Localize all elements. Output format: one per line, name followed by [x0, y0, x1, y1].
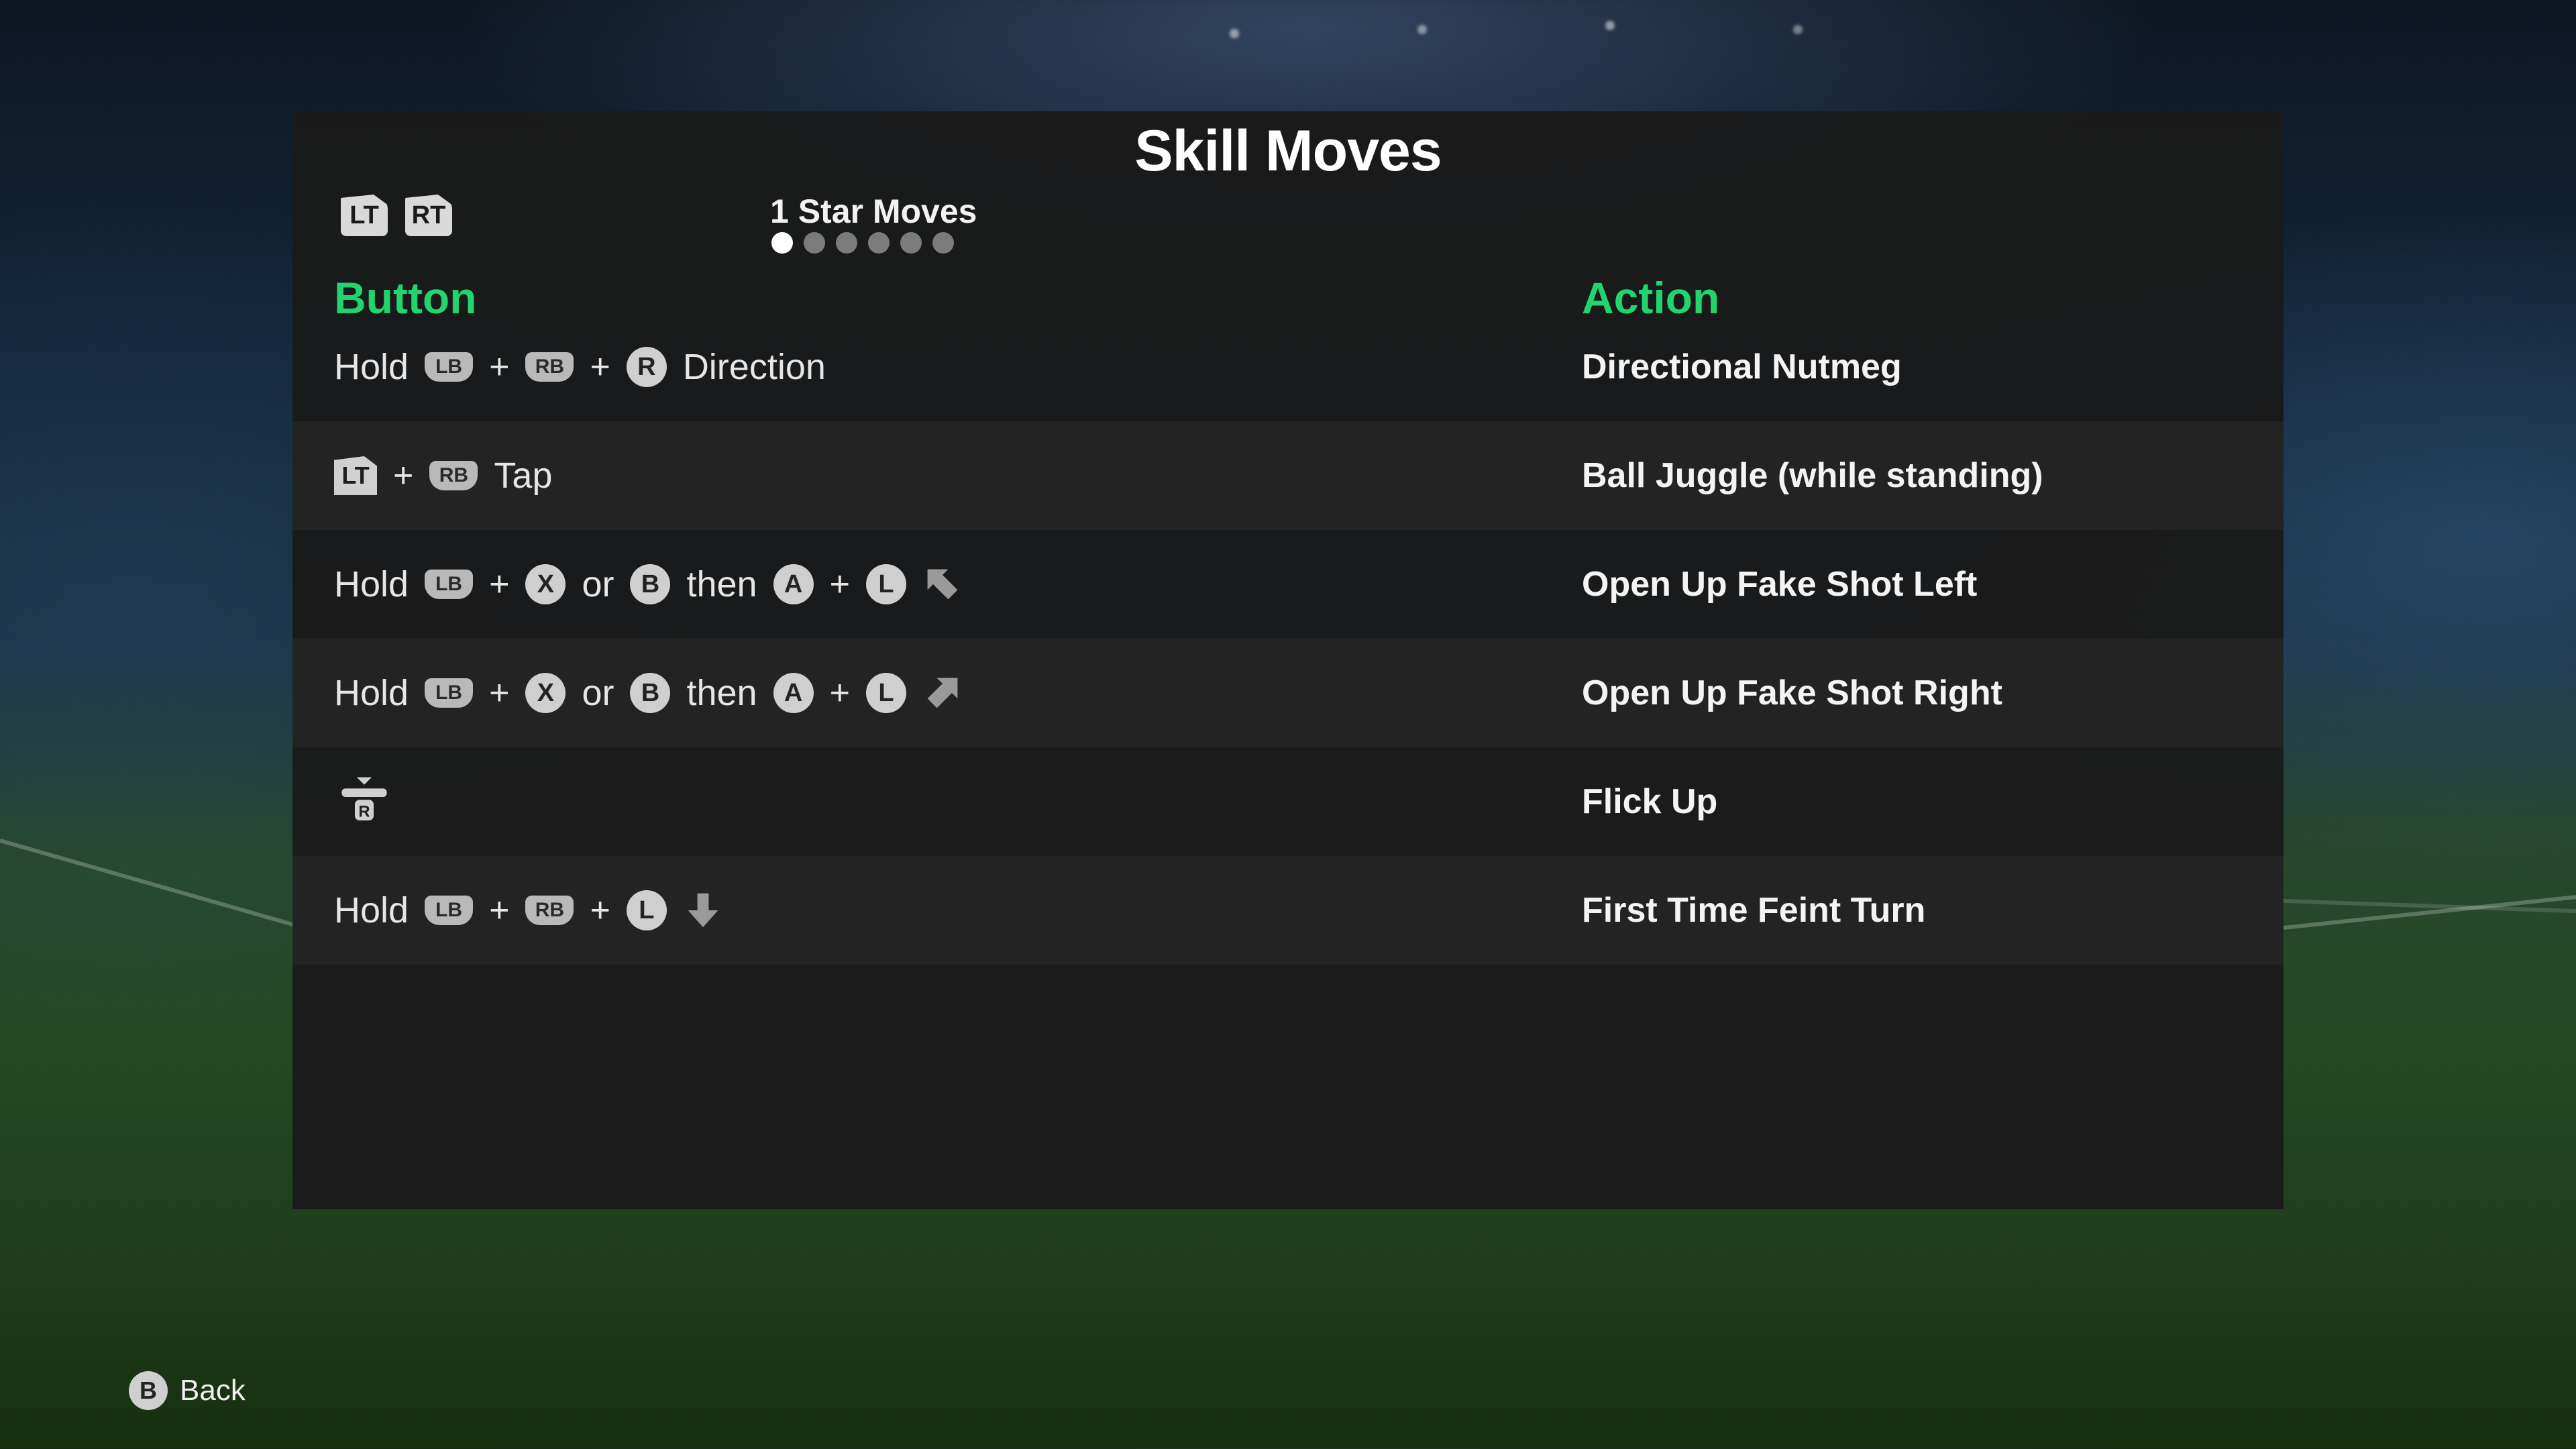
svg-text:R: R	[358, 802, 370, 820]
a-button-icon: A	[773, 564, 814, 604]
b-button-icon: B	[630, 564, 671, 604]
stadium-lights	[1140, 13, 2080, 54]
next-tier-button[interactable]: RT	[405, 195, 452, 236]
button-combo: Hold LB + Xor Bthen A + L	[334, 530, 963, 639]
page-dot	[836, 232, 857, 254]
combo-word: Hold	[334, 347, 409, 387]
button-combo: Hold LB + RB + R Direction	[334, 313, 826, 421]
plus-sign: +	[489, 891, 510, 930]
lb-button-icon: LB	[425, 678, 474, 708]
right-stick-flick-up-icon: R	[334, 771, 394, 832]
action-label: Directional Nutmeg	[1582, 347, 1902, 386]
lb-button-icon: LB	[425, 896, 474, 925]
action-label: Flick Up	[1582, 782, 1718, 821]
button-combo: LT + RB Tap	[334, 421, 552, 530]
action-label: Ball Juggle (while standing)	[1582, 456, 2043, 495]
plus-sign: +	[590, 347, 610, 386]
skill-move-row: Hold LB + RB + R Direction Directional Nutmeg	[292, 313, 2284, 421]
rb-button-icon: RB	[525, 896, 574, 925]
l-stick-icon: L	[626, 890, 667, 930]
page-dot	[804, 232, 825, 254]
combo-word: Direction	[682, 347, 826, 387]
button-combo: Hold LB + Xor Bthen A + L	[334, 639, 963, 747]
combo-word: then	[686, 564, 757, 604]
skill-move-list: Hold LB + RB + R Direction Directional Nutmeg LT…	[292, 313, 2284, 965]
b-button-icon: B	[630, 673, 671, 713]
b-button-icon: B	[129, 1371, 168, 1410]
rb-button-icon: RB	[429, 461, 478, 490]
combo-word: Hold	[334, 673, 409, 713]
tier-label: 1 Star Moves	[770, 193, 977, 230]
skill-move-row: LT + RB Tap Ball Juggle (while standing)	[292, 421, 2284, 530]
action-label: Open Up Fake Shot Right	[1582, 674, 2002, 712]
plus-sign: +	[829, 674, 850, 712]
l-stick-icon: L	[865, 673, 906, 713]
back-label: Back	[180, 1374, 246, 1407]
plus-sign: +	[489, 674, 510, 712]
skill-move-row: Hold LB + Xor Bthen A + L Open Up Fake Shot Left	[292, 530, 2284, 639]
action-label: Open Up Fake Shot Left	[1582, 565, 1978, 604]
page-dot	[900, 232, 922, 254]
combo-word: then	[686, 673, 757, 713]
skill-moves-panel: Skill Moves LT RT 1 Star Moves Button Ac…	[292, 111, 2284, 1209]
button-combo: R	[334, 747, 394, 856]
lb-button-icon: LB	[425, 352, 474, 382]
skill-move-row: Hold LB + Xor Bthen A + L Open Up Fake Shot Righ…	[292, 639, 2284, 747]
combo-word: or	[582, 673, 614, 713]
plus-sign: +	[829, 565, 850, 604]
page-indicator	[771, 232, 954, 254]
combo-word: Hold	[334, 890, 409, 930]
pitch-line-left	[0, 839, 336, 939]
action-label: First Time Feint Turn	[1582, 891, 1926, 930]
rb-button-icon: RB	[525, 352, 574, 382]
arrow-up-left-icon	[922, 564, 963, 604]
combo-word: Tap	[494, 455, 553, 496]
l-stick-icon: L	[865, 564, 906, 604]
lb-button-icon: LB	[425, 570, 474, 599]
skill-move-row: R Flick Up	[292, 747, 2284, 856]
arrow-down-icon	[683, 890, 723, 930]
skill-move-row: Hold LB + RB + L First Time Feint Turn	[292, 856, 2284, 965]
lt-trigger-icon: LT	[334, 456, 377, 495]
prev-tier-button[interactable]: LT	[341, 195, 388, 236]
plus-sign: +	[489, 347, 510, 386]
x-button-icon: X	[525, 564, 566, 604]
page-dot	[771, 232, 793, 254]
combo-word: or	[582, 564, 614, 604]
plus-sign: +	[590, 891, 610, 930]
plus-sign: +	[489, 565, 510, 604]
r-stick-icon: R	[626, 347, 667, 387]
combo-word: Hold	[334, 564, 409, 604]
plus-sign: +	[393, 456, 414, 495]
button-combo: Hold LB + RB + L	[334, 856, 723, 965]
page-title: Skill Moves	[1134, 119, 1442, 183]
x-button-icon: X	[525, 673, 566, 713]
back-button[interactable]: B Back	[129, 1371, 246, 1410]
arrow-up-right-icon	[922, 673, 963, 713]
a-button-icon: A	[773, 673, 814, 713]
page-dot	[932, 232, 954, 254]
page-dot	[868, 232, 890, 254]
